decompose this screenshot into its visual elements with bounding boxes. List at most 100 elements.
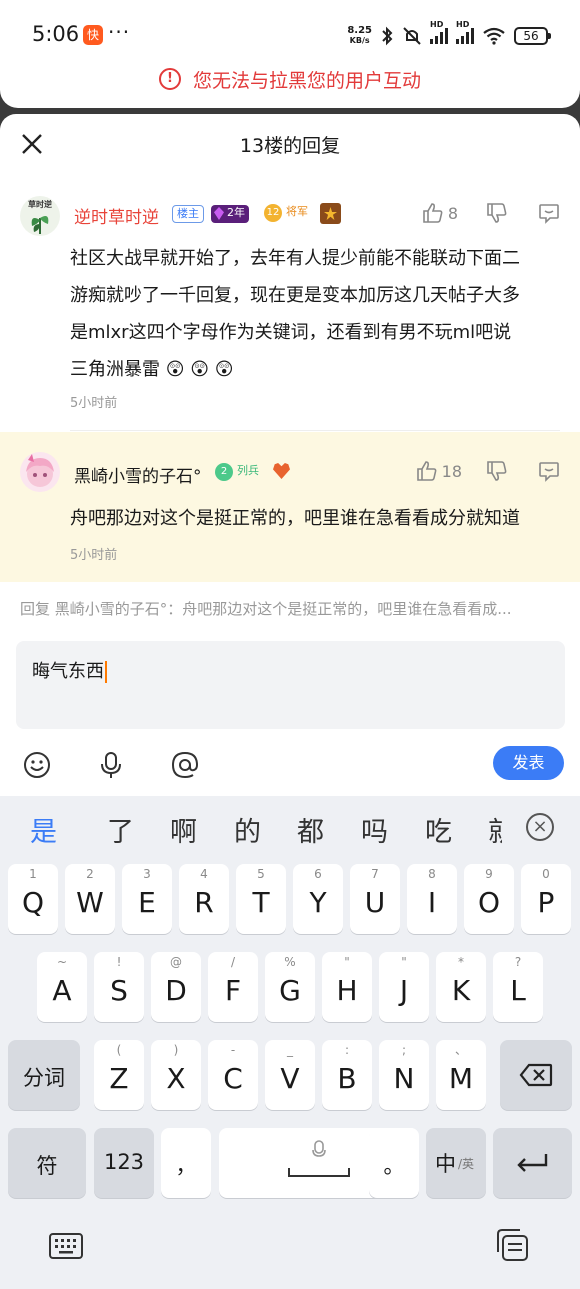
sheet-title: 13楼的回复 bbox=[239, 135, 341, 157]
key-sub: 6 bbox=[314, 867, 322, 881]
candidate[interactable]: 了 bbox=[107, 810, 134, 849]
key-z[interactable]: (Z bbox=[94, 1040, 144, 1110]
emoji-icon[interactable] bbox=[22, 750, 52, 780]
key-l[interactable]: ? L bbox=[493, 952, 543, 1022]
mention-icon[interactable] bbox=[170, 750, 200, 780]
key-sub: _ bbox=[287, 1043, 293, 1057]
wifi-icon bbox=[483, 27, 505, 45]
key-label: T bbox=[252, 886, 270, 919]
key-label: K bbox=[451, 974, 471, 1007]
number-key[interactable]: 123 bbox=[94, 1128, 154, 1198]
comment-icon[interactable] bbox=[538, 202, 560, 224]
key-label: L bbox=[510, 974, 526, 1007]
key-d[interactable]: @ D bbox=[151, 952, 201, 1022]
rank-label: 列兵 bbox=[237, 464, 259, 477]
key-sub: " bbox=[401, 955, 407, 969]
reply-input[interactable]: 晦气东西 bbox=[16, 641, 565, 729]
post-line: 三角洲暴雷 😲 😲 😲 bbox=[70, 359, 234, 380]
key-sub: 、 bbox=[454, 1043, 467, 1057]
candidate[interactable]: 吗 bbox=[361, 810, 388, 849]
clipboard-icon[interactable] bbox=[494, 1228, 530, 1262]
like-button[interactable]: 8 bbox=[422, 202, 458, 224]
divider bbox=[70, 430, 560, 431]
backspace-key[interactable] bbox=[500, 1040, 572, 1110]
ime-keyboard: 是 了 啊 的 都 吗 吃 就 × 1Q 2W 3E 4R 5T 6Y 7U 8… bbox=[0, 796, 580, 1289]
owner-badge: 楼主 bbox=[172, 205, 204, 223]
signal-1: HD bbox=[430, 20, 448, 44]
enter-key[interactable] bbox=[493, 1128, 572, 1198]
key-m[interactable]: 、 M bbox=[436, 1040, 486, 1110]
key-label: E bbox=[138, 886, 156, 919]
key-k[interactable]: * K bbox=[436, 952, 486, 1022]
key-n[interactable]: ; N bbox=[379, 1040, 429, 1110]
signal-2-label: HD bbox=[456, 20, 470, 29]
candidate[interactable]: 就 bbox=[488, 810, 502, 849]
key-sub: 0 bbox=[542, 867, 550, 881]
username[interactable]: 逆时草时逆 bbox=[74, 203, 159, 228]
candidate[interactable]: 的 bbox=[234, 810, 261, 849]
key-v[interactable]: _ V bbox=[265, 1040, 315, 1110]
key-r[interactable]: 4R bbox=[179, 864, 229, 934]
key-f[interactable]: / F bbox=[208, 952, 258, 1022]
key-q[interactable]: 1Q bbox=[8, 864, 58, 934]
avatar[interactable]: 草时逆 bbox=[20, 196, 60, 236]
avatar[interactable] bbox=[20, 452, 60, 492]
thumbs-up-icon bbox=[416, 461, 437, 481]
key-label: 。 bbox=[383, 1154, 405, 1178]
thumbs-down-icon[interactable] bbox=[486, 460, 508, 482]
symbol-key[interactable]: 符 bbox=[8, 1128, 86, 1198]
key-o[interactable]: 9O bbox=[464, 864, 514, 934]
comma-key[interactable]: ， bbox=[161, 1128, 211, 1198]
candidate-bar: 是 了 啊 的 都 吗 吃 就 × bbox=[0, 796, 580, 858]
comment-icon[interactable] bbox=[538, 460, 560, 482]
microphone-icon[interactable] bbox=[96, 750, 126, 780]
thumbs-down-icon[interactable] bbox=[486, 202, 508, 224]
key-y[interactable]: 6Y bbox=[293, 864, 343, 934]
like-button[interactable]: 18 bbox=[416, 460, 462, 482]
candidate[interactable]: 是 bbox=[30, 810, 57, 849]
key-label: 中 bbox=[435, 1152, 456, 1176]
language-switch-key[interactable]: 中 /英 bbox=[426, 1128, 486, 1198]
key-c[interactable]: -C bbox=[208, 1040, 258, 1110]
candidate[interactable]: 都 bbox=[297, 810, 324, 849]
key-u[interactable]: 7U bbox=[350, 864, 400, 934]
keyboard-switch-icon[interactable] bbox=[48, 1228, 84, 1262]
key-h[interactable]: " H bbox=[322, 952, 372, 1022]
key-label: N bbox=[393, 1062, 415, 1095]
medal-icon bbox=[320, 203, 341, 224]
mute-icon bbox=[403, 27, 421, 45]
period-key[interactable]: 。 bbox=[369, 1128, 419, 1198]
key-sub: 1 bbox=[29, 867, 37, 881]
key-j[interactable]: " J bbox=[379, 952, 429, 1022]
key-s[interactable]: ! S bbox=[94, 952, 144, 1022]
key-t[interactable]: 5T bbox=[236, 864, 286, 934]
level-number: 12 bbox=[264, 204, 282, 222]
key-sub: 5 bbox=[257, 867, 265, 881]
key-sub: " bbox=[344, 955, 350, 969]
key-label: Y bbox=[309, 886, 327, 919]
reply-time: 5小时前 bbox=[70, 548, 118, 563]
candidate[interactable]: 啊 bbox=[170, 810, 197, 849]
key-a[interactable]: ~ A bbox=[37, 952, 87, 1022]
key-g[interactable]: % G bbox=[265, 952, 315, 1022]
key-p[interactable]: 0P bbox=[521, 864, 571, 934]
key-x[interactable]: ) X bbox=[151, 1040, 201, 1110]
key-i[interactable]: 8I bbox=[407, 864, 457, 934]
key-w[interactable]: 2W bbox=[65, 864, 115, 934]
post-body: 社区大战早就开始了，去年有人提少前能不能联动下面二 游痴就吵了一千回复，现在更是… bbox=[70, 240, 570, 388]
years-label: 2年 bbox=[227, 206, 245, 219]
speed-unit: KB/s bbox=[349, 36, 370, 45]
candidate[interactable]: 吃 bbox=[425, 810, 452, 849]
key-label: A bbox=[52, 974, 72, 1007]
key-e[interactable]: 3E bbox=[122, 864, 172, 934]
main-post: 草时逆 逆时草时逆 楼主 2年 12 将军 8 社区大战早就开始了，去年有人提少… bbox=[0, 174, 580, 432]
post-line: 社区大战早就开始了，去年有人提少前能不能联动下面二 bbox=[70, 248, 520, 269]
status-area: 5:06 快 ··· 8.25 KB/s HD HD 56 ! 您无法与拉黑您的… bbox=[0, 0, 580, 108]
key-b[interactable]: :B bbox=[322, 1040, 372, 1110]
username[interactable]: 黑崎小雪的子石° bbox=[74, 462, 202, 487]
collapse-candidates-icon[interactable]: × bbox=[526, 813, 554, 841]
segment-key[interactable]: 分词 bbox=[8, 1040, 80, 1110]
clock: 5:06 bbox=[32, 22, 80, 46]
key-label: M bbox=[448, 1062, 474, 1095]
send-button[interactable]: 发表 bbox=[493, 746, 564, 780]
